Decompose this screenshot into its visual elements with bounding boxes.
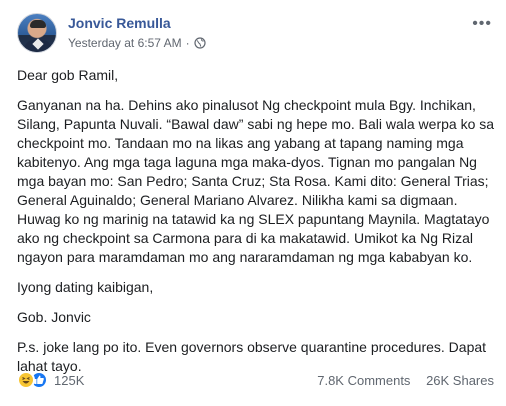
facebook-post: Jonvic Remulla Yesterday at 6:57 AM · ••… (0, 0, 506, 406)
post-signature: Gob. Jonvic (17, 309, 91, 325)
post-header: Jonvic Remulla Yesterday at 6:57 AM · ••… (17, 13, 496, 55)
more-options-icon[interactable]: ••• (472, 16, 492, 32)
post-stats: 7.8K Comments 26K Shares (305, 373, 494, 388)
post-greeting: Dear gob Ramil, (17, 67, 119, 83)
post-closing: Iyong dating kaibigan, (17, 279, 154, 295)
shares-count-link[interactable]: 26K Shares (426, 373, 494, 388)
haha-icon (17, 371, 35, 389)
post-body: Dear gob Ramil, Ganyanan na ha. Dehins a… (17, 66, 497, 387)
post-meta: Jonvic Remulla Yesterday at 6:57 AM · (68, 13, 206, 51)
author-avatar[interactable] (17, 13, 57, 53)
globe-icon[interactable] (194, 37, 206, 49)
post-timestamp[interactable]: Yesterday at 6:57 AM (68, 35, 182, 51)
reaction-count: 125K (54, 372, 85, 388)
reactions-summary[interactable]: 125K (17, 371, 84, 389)
post-main-paragraph: Ganyanan na ha. Dehins ako pinalusot Ng … (17, 97, 495, 265)
post-footer: 125K 7.8K Comments 26K Shares (17, 369, 494, 391)
author-name[interactable]: Jonvic Remulla (68, 15, 206, 32)
comments-count-link[interactable]: 7.8K Comments (317, 373, 410, 388)
separator-dot: · (185, 36, 190, 50)
post-subline: Yesterday at 6:57 AM · (68, 35, 206, 51)
avatar-hair (30, 20, 46, 28)
